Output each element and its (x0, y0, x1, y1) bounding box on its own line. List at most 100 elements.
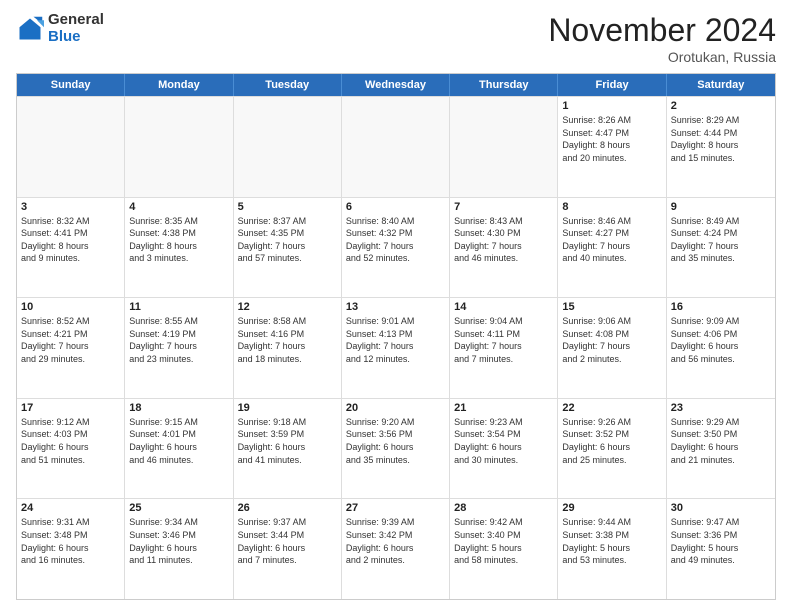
day-info: Sunrise: 9:18 AMSunset: 3:59 PMDaylight:… (238, 416, 337, 466)
day-info: Sunrise: 9:01 AMSunset: 4:13 PMDaylight:… (346, 315, 445, 365)
calendar-cell: 17Sunrise: 9:12 AMSunset: 4:03 PMDayligh… (17, 399, 125, 499)
day-info: Sunrise: 8:55 AMSunset: 4:19 PMDaylight:… (129, 315, 228, 365)
day-number: 2 (671, 100, 771, 112)
calendar-cell: 12 Sunrise: 8:58 AMSunset: 4:16 PMDayligh… (234, 298, 342, 398)
day-number: 16 (671, 301, 771, 313)
calendar-cell: 21 Sunrise: 9:23 AMSunset: 3:54 PMDayligh… (450, 399, 558, 499)
calendar-cell: 26 Sunrise: 9:37 AMSunset: 3:44 PMDayligh… (234, 499, 342, 599)
calendar-week-2: 3 Sunrise: 8:32 AMSunset: 4:41 PMDaylight… (17, 197, 775, 298)
calendar-cell: 22 Sunrise: 9:26 AMSunset: 3:52 PMDayligh… (558, 399, 666, 499)
day-number: 5 (238, 201, 337, 213)
day-number: 13 (346, 301, 445, 313)
day-number: 4 (129, 201, 228, 213)
day-info: Sunrise: 9:34 AMSunset: 3:46 PMDaylight:… (129, 516, 228, 566)
day-info: Sunrise: 8:26 AMSunset: 4:47 PMDaylight:… (562, 114, 661, 164)
calendar-cell: 8Sunrise: 8:46 AMSunset: 4:27 PMDaylight… (558, 198, 666, 298)
day-info: Sunrise: 8:37 AMSunset: 4:35 PMDaylight:… (238, 215, 337, 265)
day-info: Sunrise: 8:32 AMSunset: 4:41 PMDaylight:… (21, 215, 120, 265)
calendar-cell: 1 Sunrise: 8:26 AMSunset: 4:47 PMDaylight… (558, 97, 666, 197)
calendar-week-4: 17Sunrise: 9:12 AMSunset: 4:03 PMDayligh… (17, 398, 775, 499)
calendar-cell (342, 97, 450, 197)
calendar-cell: 11 Sunrise: 8:55 AMSunset: 4:19 PMDayligh… (125, 298, 233, 398)
calendar-cell: 14 Sunrise: 9:04 AMSunset: 4:11 PMDayligh… (450, 298, 558, 398)
day-number: 15 (562, 301, 661, 313)
logo-blue: Blue (48, 28, 81, 45)
day-info: Sunrise: 8:58 AMSunset: 4:16 PMDaylight:… (238, 315, 337, 365)
calendar-week-1: 1 Sunrise: 8:26 AMSunset: 4:47 PMDaylight… (17, 96, 775, 197)
day-info: Sunrise: 8:40 AMSunset: 4:32 PMDaylight:… (346, 215, 445, 265)
calendar-body: 1 Sunrise: 8:26 AMSunset: 4:47 PMDaylight… (17, 96, 775, 599)
calendar-cell: 27Sunrise: 9:39 AMSunset: 3:42 PMDayligh… (342, 499, 450, 599)
day-info: Sunrise: 9:26 AMSunset: 3:52 PMDaylight:… (562, 416, 661, 466)
calendar-cell: 29 Sunrise: 9:44 AMSunset: 3:38 PMDayligh… (558, 499, 666, 599)
calendar-cell: 7Sunrise: 8:43 AMSunset: 4:30 PMDaylight… (450, 198, 558, 298)
day-number: 9 (671, 201, 771, 213)
day-number: 10 (21, 301, 120, 313)
day-number: 29 (562, 502, 661, 514)
day-number: 24 (21, 502, 120, 514)
calendar-cell: 18 Sunrise: 9:15 AMSunset: 4:01 PMDayligh… (125, 399, 233, 499)
day-number: 25 (129, 502, 228, 514)
calendar-cell (450, 97, 558, 197)
calendar-day-header: Thursday (450, 74, 558, 96)
day-info: Sunrise: 9:29 AMSunset: 3:50 PMDaylight:… (671, 416, 771, 466)
header: General Blue November 2024 Orotukan, Rus… (16, 12, 776, 65)
day-info: Sunrise: 8:43 AMSunset: 4:30 PMDaylight:… (454, 215, 553, 265)
day-number: 22 (562, 402, 661, 414)
calendar-cell: 13 Sunrise: 9:01 AMSunset: 4:13 PMDayligh… (342, 298, 450, 398)
calendar-cell: 2Sunrise: 8:29 AMSunset: 4:44 PMDaylight… (667, 97, 775, 197)
day-info: Sunrise: 9:37 AMSunset: 3:44 PMDaylight:… (238, 516, 337, 566)
title-block: November 2024 Orotukan, Russia (548, 12, 776, 65)
day-number: 3 (21, 201, 120, 213)
day-info: Sunrise: 9:23 AMSunset: 3:54 PMDaylight:… (454, 416, 553, 466)
calendar-day-header: Tuesday (234, 74, 342, 96)
day-number: 19 (238, 402, 337, 414)
calendar-cell (125, 97, 233, 197)
day-info: Sunrise: 9:04 AMSunset: 4:11 PMDaylight:… (454, 315, 553, 365)
logo-icon (16, 15, 44, 43)
day-number: 17 (21, 402, 120, 414)
day-info: Sunrise: 9:06 AMSunset: 4:08 PMDaylight:… (562, 315, 661, 365)
calendar: SundayMondayTuesdayWednesdayThursdayFrid… (16, 73, 776, 600)
day-info: Sunrise: 9:15 AMSunset: 4:01 PMDaylight:… (129, 416, 228, 466)
calendar-cell: 28 Sunrise: 9:42 AMSunset: 3:40 PMDayligh… (450, 499, 558, 599)
month-title: November 2024 (548, 12, 776, 49)
calendar-cell (234, 97, 342, 197)
calendar-cell: 20 Sunrise: 9:20 AMSunset: 3:56 PMDayligh… (342, 399, 450, 499)
calendar-header: SundayMondayTuesdayWednesdayThursdayFrid… (17, 74, 775, 96)
day-number: 18 (129, 402, 228, 414)
day-number: 14 (454, 301, 553, 313)
day-info: Sunrise: 8:52 AMSunset: 4:21 PMDaylight:… (21, 315, 120, 365)
calendar-day-header: Wednesday (342, 74, 450, 96)
calendar-cell: 25 Sunrise: 9:34 AMSunset: 3:46 PMDayligh… (125, 499, 233, 599)
calendar-cell: 23Sunrise: 9:29 AMSunset: 3:50 PMDayligh… (667, 399, 775, 499)
calendar-cell: 4 Sunrise: 8:35 AMSunset: 4:38 PMDaylight… (125, 198, 233, 298)
calendar-cell: 16Sunrise: 9:09 AMSunset: 4:06 PMDayligh… (667, 298, 775, 398)
calendar-cell: 6 Sunrise: 8:40 AMSunset: 4:32 PMDaylight… (342, 198, 450, 298)
day-number: 28 (454, 502, 553, 514)
day-number: 20 (346, 402, 445, 414)
calendar-cell: 9Sunrise: 8:49 AMSunset: 4:24 PMDaylight… (667, 198, 775, 298)
day-number: 21 (454, 402, 553, 414)
day-number: 12 (238, 301, 337, 313)
logo: General Blue (16, 12, 104, 45)
calendar-week-3: 10 Sunrise: 8:52 AMSunset: 4:21 PMDayligh… (17, 297, 775, 398)
calendar-week-5: 24Sunrise: 9:31 AMSunset: 3:48 PMDayligh… (17, 498, 775, 599)
day-info: Sunrise: 9:20 AMSunset: 3:56 PMDaylight:… (346, 416, 445, 466)
calendar-cell: 10 Sunrise: 8:52 AMSunset: 4:21 PMDayligh… (17, 298, 125, 398)
logo-text: General Blue (48, 12, 104, 45)
day-info: Sunrise: 9:42 AMSunset: 3:40 PMDaylight:… (454, 516, 553, 566)
day-info: Sunrise: 8:35 AMSunset: 4:38 PMDaylight:… (129, 215, 228, 265)
day-number: 6 (346, 201, 445, 213)
day-number: 1 (562, 100, 661, 112)
day-number: 11 (129, 301, 228, 313)
day-info: Sunrise: 9:44 AMSunset: 3:38 PMDaylight:… (562, 516, 661, 566)
calendar-cell: 30Sunrise: 9:47 AMSunset: 3:36 PMDayligh… (667, 499, 775, 599)
calendar-cell: 24Sunrise: 9:31 AMSunset: 3:48 PMDayligh… (17, 499, 125, 599)
calendar-cell: 5 Sunrise: 8:37 AMSunset: 4:35 PMDaylight… (234, 198, 342, 298)
day-info: Sunrise: 8:46 AMSunset: 4:27 PMDaylight:… (562, 215, 661, 265)
location: Orotukan, Russia (548, 49, 776, 65)
calendar-cell (17, 97, 125, 197)
day-number: 26 (238, 502, 337, 514)
logo-general: General (48, 11, 104, 28)
